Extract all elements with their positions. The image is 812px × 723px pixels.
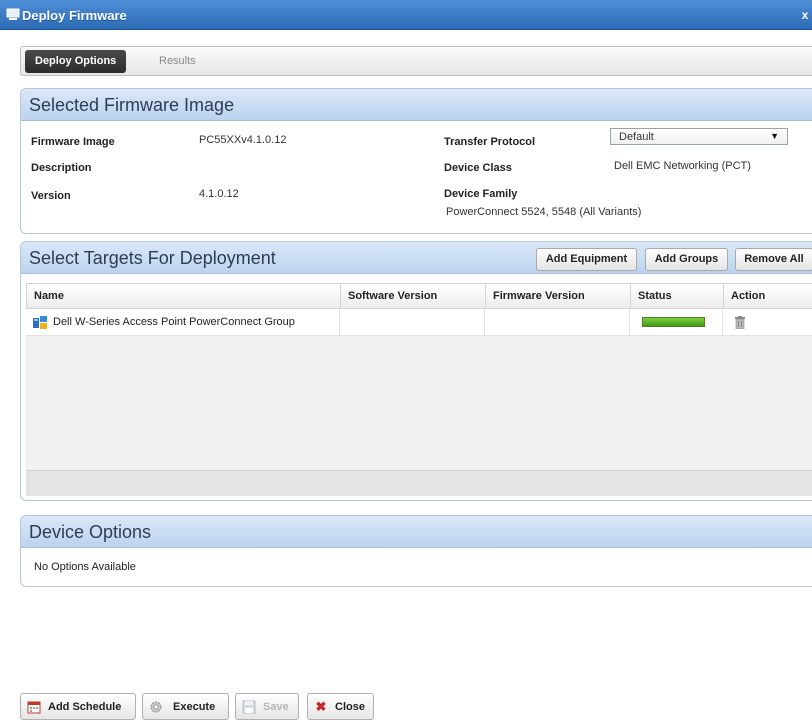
chevron-down-icon: ▼ xyxy=(770,131,779,141)
cell-name: Dell W-Series Access Point PowerConnect … xyxy=(26,309,340,336)
panel-title: Device Options xyxy=(29,522,152,542)
panel-title: Selected Firmware Image xyxy=(29,95,235,115)
window-title: Deploy Firmware xyxy=(22,8,127,23)
cell-firmware-version xyxy=(485,309,630,336)
execute-button[interactable]: Execute xyxy=(142,693,229,720)
firmware-window-icon xyxy=(6,8,20,20)
tab-deploy-options[interactable]: Deploy Options xyxy=(25,50,127,73)
column-header-action[interactable]: Action xyxy=(724,284,812,308)
device-class-label: Device Class xyxy=(444,162,512,174)
close-button[interactable]: ✖ Close xyxy=(307,693,374,720)
table-row[interactable]: Dell W-Series Access Point PowerConnect … xyxy=(26,309,812,336)
status-progress-bar xyxy=(642,317,705,327)
version-value: 4.1.0.12 xyxy=(199,188,239,200)
save-label: Save xyxy=(263,701,289,713)
device-family-value: PowerConnect 5524, 5548 (All Variants) xyxy=(446,206,642,218)
status-progress-fill xyxy=(643,318,704,326)
gear-icon xyxy=(150,701,162,713)
selected-firmware-panel: Selected Firmware Image Firmware Image P… xyxy=(20,88,812,234)
device-family-label: Device Family xyxy=(444,188,518,200)
window-close-icon[interactable]: x xyxy=(798,8,812,22)
row-device-name: Dell W-Series Access Point PowerConnect … xyxy=(53,316,295,328)
window-titlebar: Deploy Firmware x xyxy=(0,0,812,30)
tab-results[interactable]: Results xyxy=(149,50,206,73)
cell-action xyxy=(723,309,812,336)
version-label: Version xyxy=(31,190,71,202)
panel-header: Select Targets For Deployment Add Equipm… xyxy=(21,242,812,274)
column-header-software-version[interactable]: Software Version xyxy=(341,284,486,308)
targets-grid-empty-area xyxy=(26,336,812,470)
transfer-protocol-select[interactable]: Default ▼ xyxy=(610,128,788,145)
add-schedule-label: Add Schedule xyxy=(48,701,122,713)
firmware-image-value: PC55XXv4.1.0.12 xyxy=(199,134,287,146)
description-label: Description xyxy=(31,162,92,174)
cell-software-version xyxy=(340,309,485,336)
column-header-status[interactable]: Status xyxy=(631,284,724,308)
device-class-value: Dell EMC Networking (PCT) xyxy=(614,160,751,172)
close-x-icon: ✖ xyxy=(315,699,327,714)
tab-strip: Deploy Options Results xyxy=(20,46,812,76)
targets-grid-footer xyxy=(26,470,812,496)
save-button[interactable]: Save xyxy=(235,693,299,720)
no-options-message: No Options Available xyxy=(34,561,136,573)
select-targets-panel: Select Targets For Deployment Add Equipm… xyxy=(20,241,812,501)
execute-label: Execute xyxy=(173,701,216,713)
add-schedule-button[interactable]: Add Schedule xyxy=(20,693,136,720)
firmware-image-label: Firmware Image xyxy=(31,136,115,148)
remove-all-button[interactable]: Remove All xyxy=(735,248,812,271)
panel-title: Select Targets For Deployment xyxy=(29,248,276,268)
add-equipment-button[interactable]: Add Equipment xyxy=(536,248,637,271)
column-header-name[interactable]: Name xyxy=(27,284,341,308)
trash-icon[interactable] xyxy=(735,316,745,329)
close-label: Close xyxy=(335,701,365,713)
device-group-icon xyxy=(33,316,47,329)
panel-header: Selected Firmware Image xyxy=(21,89,812,121)
floppy-disk-icon xyxy=(242,700,256,714)
panel-header: Device Options xyxy=(21,516,812,548)
calendar-icon xyxy=(27,701,41,714)
add-groups-button[interactable]: Add Groups xyxy=(645,248,728,271)
column-header-firmware-version[interactable]: Firmware Version xyxy=(486,284,631,308)
targets-grid-header: Name Software Version Firmware Version S… xyxy=(26,283,812,309)
cell-status xyxy=(630,309,723,336)
transfer-protocol-label: Transfer Protocol xyxy=(444,136,536,148)
device-options-panel: Device Options No Options Available xyxy=(20,515,812,587)
transfer-protocol-value: Default xyxy=(619,131,654,143)
